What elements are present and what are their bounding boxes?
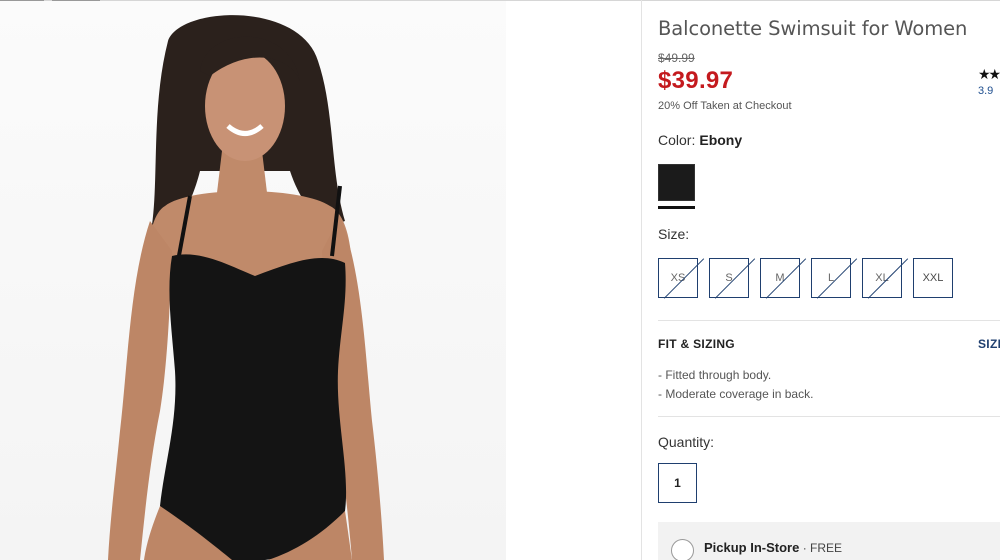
pickup-text: Pickup In-Store · FREE: [704, 540, 842, 555]
pickup-separator: ·: [799, 541, 811, 555]
fit-note: Fitted through body.: [658, 366, 813, 385]
swatch-selected-indicator: [658, 206, 695, 209]
rating-value[interactable]: 3.9: [978, 85, 993, 97]
promo-note: 20% Off Taken at Checkout: [658, 100, 792, 112]
rating-stars-icon[interactable]: ★★: [978, 66, 1000, 83]
quantity-label: Quantity:: [658, 434, 715, 450]
image-gutter: [506, 1, 642, 560]
fit-note: Moderate coverage in back.: [658, 385, 813, 404]
fit-notes-list: Fitted through body. Moderate coverage i…: [658, 366, 813, 404]
size-selector: XS S M L XL XXL: [658, 258, 953, 298]
pickup-price: FREE: [810, 541, 843, 555]
product-title: Balconette Swimsuit for Women: [658, 17, 968, 40]
size-button-xs[interactable]: XS: [658, 258, 698, 298]
original-price: $49.99: [658, 51, 695, 65]
product-details-panel: Balconette Swimsuit for Women $49.99 $39…: [658, 0, 1000, 560]
size-button-m[interactable]: M: [760, 258, 800, 298]
pickup-radio[interactable]: [671, 539, 694, 560]
quantity-input[interactable]: 1: [658, 463, 697, 503]
panel-divider: [641, 0, 642, 560]
size-label: Size:: [658, 226, 690, 242]
size-button-xl[interactable]: XL: [862, 258, 902, 298]
color-label: Color:: [658, 132, 696, 148]
size-button-xxl[interactable]: XXL: [913, 258, 953, 298]
size-button-l[interactable]: L: [811, 258, 851, 298]
model-photo: [108, 15, 384, 560]
product-image[interactable]: [0, 1, 506, 560]
fit-sizing-heading: FIT & SIZING: [658, 337, 735, 351]
color-row: Color: Ebony: [658, 132, 742, 148]
sale-price: $39.97: [658, 67, 734, 94]
pickup-option[interactable]: Pickup In-Store · FREE: [658, 522, 1000, 560]
color-value: Ebony: [699, 132, 743, 148]
color-swatch-ebony[interactable]: [658, 164, 695, 201]
pickup-label: Pickup In-Store: [704, 540, 800, 555]
divider: [658, 416, 1000, 417]
divider: [658, 320, 1000, 321]
size-chart-link[interactable]: SIZE: [978, 337, 1000, 351]
size-button-s[interactable]: S: [709, 258, 749, 298]
